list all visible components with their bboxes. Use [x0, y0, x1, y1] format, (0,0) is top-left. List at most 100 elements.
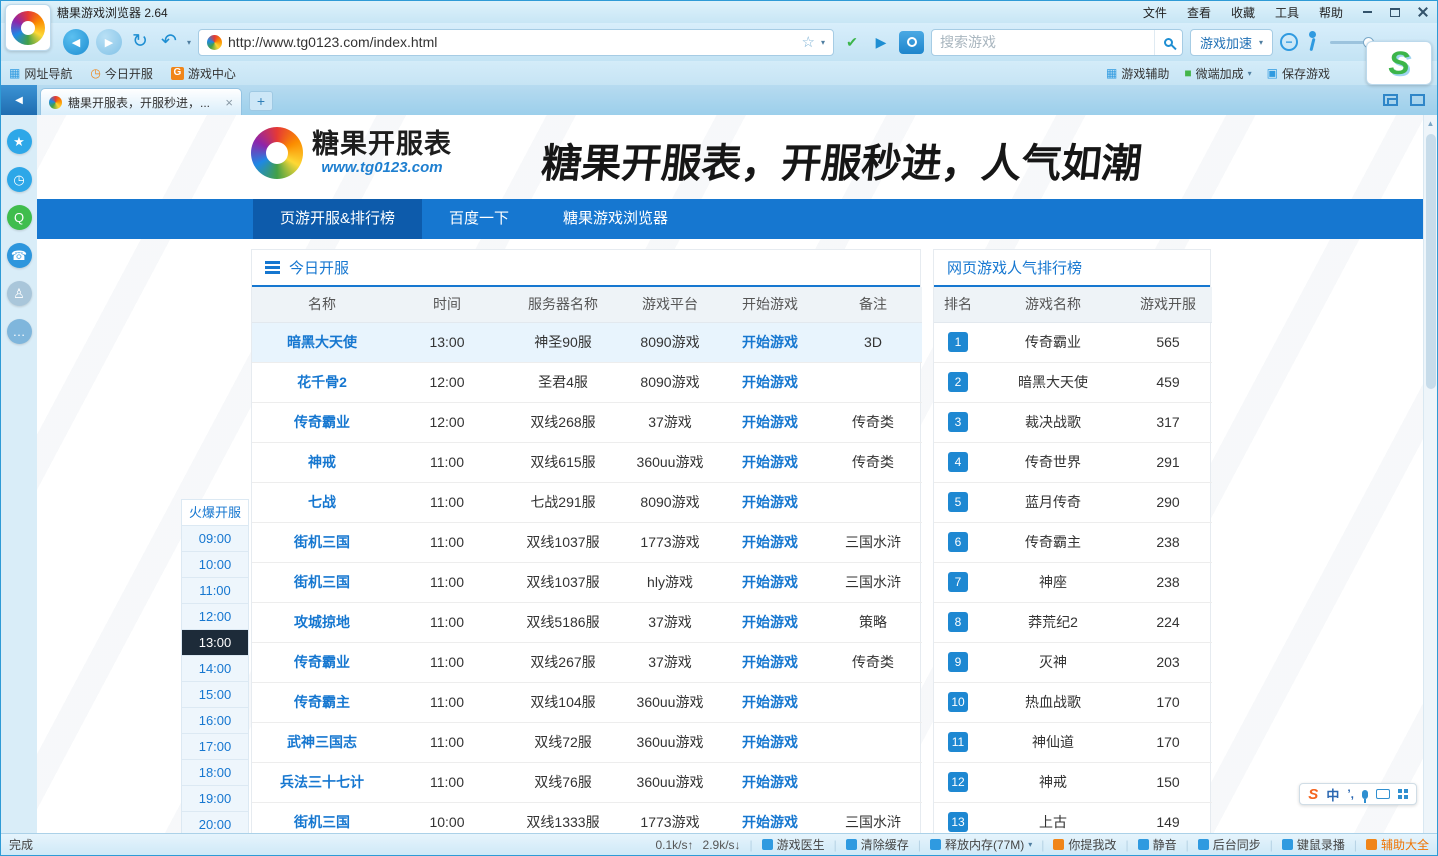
- ranked-game-name[interactable]: 传奇霸主: [982, 522, 1124, 562]
- status-item[interactable]: 游戏医生: [762, 836, 825, 853]
- phone-icon[interactable]: ☎: [7, 243, 32, 268]
- zoom-out-icon[interactable]: −: [1280, 33, 1298, 51]
- play-link[interactable]: 开始游戏: [716, 482, 824, 522]
- time-cell[interactable]: 10:00: [182, 552, 248, 578]
- nav-item[interactable]: 糖果游戏浏览器: [536, 199, 695, 239]
- menubar-item[interactable]: 工具: [1275, 4, 1299, 21]
- time-cell[interactable]: 14:00: [182, 656, 248, 682]
- ime-toolbar[interactable]: S 中 ’,: [1299, 783, 1417, 805]
- undo-dropdown-icon[interactable]: ▾: [187, 38, 191, 47]
- game-link[interactable]: 传奇霸业: [252, 402, 392, 442]
- game-link[interactable]: 暗黑大天使: [252, 322, 392, 362]
- ime-punctuation-toggle[interactable]: ’,: [1347, 787, 1354, 801]
- status-item[interactable]: 释放内存(77M)▾: [930, 836, 1032, 853]
- fullscreen-icon[interactable]: [1410, 94, 1425, 106]
- app-logo-icon[interactable]: [5, 4, 51, 51]
- game-link[interactable]: 攻城掠地: [252, 602, 392, 642]
- user-icon[interactable]: ♙: [7, 281, 32, 306]
- play-link[interactable]: 开始游戏: [716, 442, 824, 482]
- game-link[interactable]: 兵法三十七计: [252, 762, 392, 802]
- go-button[interactable]: ▶: [870, 29, 892, 55]
- ranked-game-name[interactable]: 传奇世界: [982, 442, 1124, 482]
- feedback-chat-icon[interactable]: …: [7, 319, 32, 344]
- minimize-button[interactable]: [1357, 4, 1377, 20]
- ime-logo-icon[interactable]: S: [1308, 786, 1318, 803]
- status-item[interactable]: 清除缓存: [846, 836, 909, 853]
- game-link[interactable]: 花千骨2: [252, 362, 392, 402]
- time-cell[interactable]: 16:00: [182, 708, 248, 734]
- address-bar[interactable]: http://www.tg0123.com/index.html ☆ ▾: [198, 29, 834, 56]
- restore-window-icon[interactable]: [1383, 94, 1398, 106]
- bookmark-item[interactable]: ◷今日开服: [90, 65, 153, 82]
- search-box[interactable]: [931, 29, 1183, 56]
- close-button[interactable]: [1413, 4, 1433, 20]
- time-cell[interactable]: 09:00: [182, 526, 248, 552]
- dropdown-icon[interactable]: ▾: [1248, 69, 1252, 78]
- play-link[interactable]: 开始游戏: [716, 682, 824, 722]
- play-link[interactable]: 开始游戏: [716, 722, 824, 762]
- status-item[interactable]: 辅助大全: [1366, 836, 1429, 853]
- game-link[interactable]: 街机三国: [252, 802, 392, 833]
- game-link[interactable]: 传奇霸业: [252, 642, 392, 682]
- status-item[interactable]: 你提我改: [1053, 836, 1116, 853]
- time-cell[interactable]: 11:00: [182, 578, 248, 604]
- time-cell[interactable]: 12:00: [182, 604, 248, 630]
- ranked-game-name[interactable]: 上古: [982, 802, 1124, 833]
- time-cell[interactable]: 18:00: [182, 760, 248, 786]
- maximize-button[interactable]: [1385, 4, 1405, 20]
- url-text[interactable]: http://www.tg0123.com/index.html: [228, 34, 796, 50]
- time-cell[interactable]: 13:00: [182, 630, 248, 656]
- time-cell[interactable]: 15:00: [182, 682, 248, 708]
- play-link[interactable]: 开始游戏: [716, 362, 824, 402]
- play-link[interactable]: 开始游戏: [716, 522, 824, 562]
- game-accelerate-button[interactable]: 游戏加速 ▾: [1190, 29, 1273, 56]
- play-link[interactable]: 开始游戏: [716, 562, 824, 602]
- ranked-game-name[interactable]: 蓝月传奇: [982, 482, 1124, 522]
- scroll-up-icon[interactable]: ▲: [1427, 115, 1435, 128]
- favorites-star-icon[interactable]: ★: [7, 129, 32, 154]
- play-link[interactable]: 开始游戏: [716, 642, 824, 682]
- ime-menu-grid-icon[interactable]: [1398, 789, 1402, 793]
- ranked-game-name[interactable]: 神座: [982, 562, 1124, 602]
- safe-page-icon[interactable]: ✔: [841, 29, 863, 55]
- brand-logo-card[interactable]: S: [1366, 41, 1432, 85]
- accelerate-dropdown-icon[interactable]: ▾: [1259, 38, 1263, 47]
- back-button[interactable]: ◀: [63, 29, 89, 55]
- ime-language-toggle[interactable]: 中: [1326, 785, 1339, 804]
- game-link[interactable]: 街机三国: [252, 562, 392, 602]
- microphone-icon[interactable]: [1362, 790, 1368, 799]
- site-logo[interactable]: 糖果开服表 www.tg0123.com: [251, 127, 452, 179]
- tab-active[interactable]: 糖果开服表，开服秒进，... ×: [40, 88, 242, 115]
- nav-item[interactable]: 页游开服&排行榜: [253, 199, 422, 239]
- bookmark-item[interactable]: ▦游戏辅助: [1106, 65, 1169, 82]
- new-tab-button[interactable]: +: [249, 91, 273, 111]
- nav-item[interactable]: 百度一下: [422, 199, 536, 239]
- undo-button[interactable]: ↶: [158, 29, 180, 55]
- ranked-game-name[interactable]: 裁决战歌: [982, 402, 1124, 442]
- play-link[interactable]: 开始游戏: [716, 602, 824, 642]
- ranked-game-name[interactable]: 灭神: [982, 642, 1124, 682]
- tab-close-icon[interactable]: ×: [225, 95, 233, 110]
- bookmark-item[interactable]: ▦网址导航: [9, 65, 72, 82]
- bookmark-item[interactable]: ▣保存游戏: [1267, 65, 1330, 82]
- status-item[interactable]: 后台同步: [1198, 836, 1261, 853]
- ranked-game-name[interactable]: 传奇霸业: [982, 322, 1124, 362]
- forward-button[interactable]: ▶: [96, 29, 122, 55]
- screenshot-icon[interactable]: [899, 31, 924, 54]
- play-link[interactable]: 开始游戏: [716, 402, 824, 442]
- game-link[interactable]: 传奇霸主: [252, 682, 392, 722]
- menubar-item[interactable]: 查看: [1187, 4, 1211, 21]
- play-link[interactable]: 开始游戏: [716, 322, 824, 362]
- bookmark-item[interactable]: G游戏中心: [171, 65, 236, 82]
- menubar-item[interactable]: 文件: [1143, 4, 1167, 21]
- game-link[interactable]: 武神三国志: [252, 722, 392, 762]
- search-icon[interactable]: [1154, 30, 1182, 55]
- bookmark-star-icon[interactable]: ☆: [802, 33, 815, 51]
- time-cell[interactable]: 19:00: [182, 786, 248, 812]
- search-input[interactable]: [932, 34, 1154, 50]
- menubar-item[interactable]: 帮助: [1319, 4, 1343, 21]
- page-scrollbar[interactable]: ▲: [1423, 115, 1437, 833]
- address-dropdown-icon[interactable]: ▾: [821, 38, 825, 47]
- ranked-game-name[interactable]: 热血战歌: [982, 682, 1124, 722]
- play-link[interactable]: 开始游戏: [716, 802, 824, 833]
